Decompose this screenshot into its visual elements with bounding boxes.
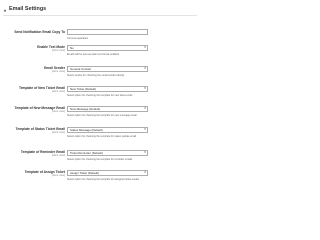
email-settings-section-header[interactable]: ▲ Email Settings — [3, 6, 46, 12]
field-note: Select option for choosing the template … — [67, 135, 137, 138]
chevron-down-icon: ▼ — [143, 67, 147, 70]
field-value: No — [70, 46, 74, 50]
field-note: Select sender for choosing the email sen… — [67, 74, 125, 77]
chevron-up-icon: ▲ — [3, 6, 7, 12]
field-scope: [store view] — [51, 49, 65, 52]
field-scope: [store view] — [51, 154, 65, 157]
status-ticket-template-select[interactable]: Status Message (Default) ▼ — [67, 127, 148, 133]
field-note: Comma-separated. — [67, 37, 89, 40]
chevron-down-icon: ▼ — [143, 128, 147, 131]
field-note: Select option for choosing the template … — [67, 178, 139, 181]
enable-text-mode-select[interactable]: No ▼ — [67, 45, 148, 51]
field-value: Ticket Reminder (Default) — [70, 151, 103, 155]
field-label: Send Notification Email Copy To — [14, 30, 65, 34]
chevron-down-icon: ▼ — [143, 107, 147, 110]
field-scope: [store view] — [51, 174, 65, 177]
field-value: General Contact — [70, 67, 92, 71]
chevron-down-icon: ▼ — [143, 87, 147, 90]
section-divider — [3, 15, 197, 16]
field-note: Emails will be sent as plain text format… — [67, 53, 120, 56]
field-scope: [store view] — [51, 90, 65, 93]
field-note: Select option for choosing the template … — [67, 94, 133, 97]
notification-copy-to-input[interactable] — [67, 29, 148, 35]
reminder-template-select[interactable]: Ticket Reminder (Default) ▼ — [67, 150, 148, 156]
field-value: New Ticket (Default) — [70, 87, 97, 91]
email-sender-select[interactable]: General Contact ▼ — [67, 66, 148, 72]
new-message-template-select[interactable]: New Message (Default) ▼ — [67, 106, 148, 112]
new-ticket-template-select[interactable]: New Ticket (Default) ▼ — [67, 86, 148, 92]
field-value: Assign Ticket (Default) — [70, 171, 99, 175]
field-value: New Message (Default) — [70, 107, 101, 111]
chevron-down-icon: ▼ — [143, 171, 147, 174]
assign-ticket-template-select[interactable]: Assign Ticket (Default) ▼ — [67, 170, 148, 176]
field-scope: [store view] — [51, 131, 65, 134]
field-scope: [store view] — [51, 110, 65, 113]
field-value: Status Message (Default) — [70, 128, 103, 132]
chevron-down-icon: ▼ — [143, 151, 147, 154]
field-note: Select option for choosing the template … — [67, 158, 133, 161]
chevron-down-icon: ▼ — [143, 46, 147, 49]
section-title: Email Settings — [8, 6, 47, 12]
field-note: Select option for choosing the template … — [67, 114, 137, 117]
field-scope: [store view] — [51, 70, 65, 73]
